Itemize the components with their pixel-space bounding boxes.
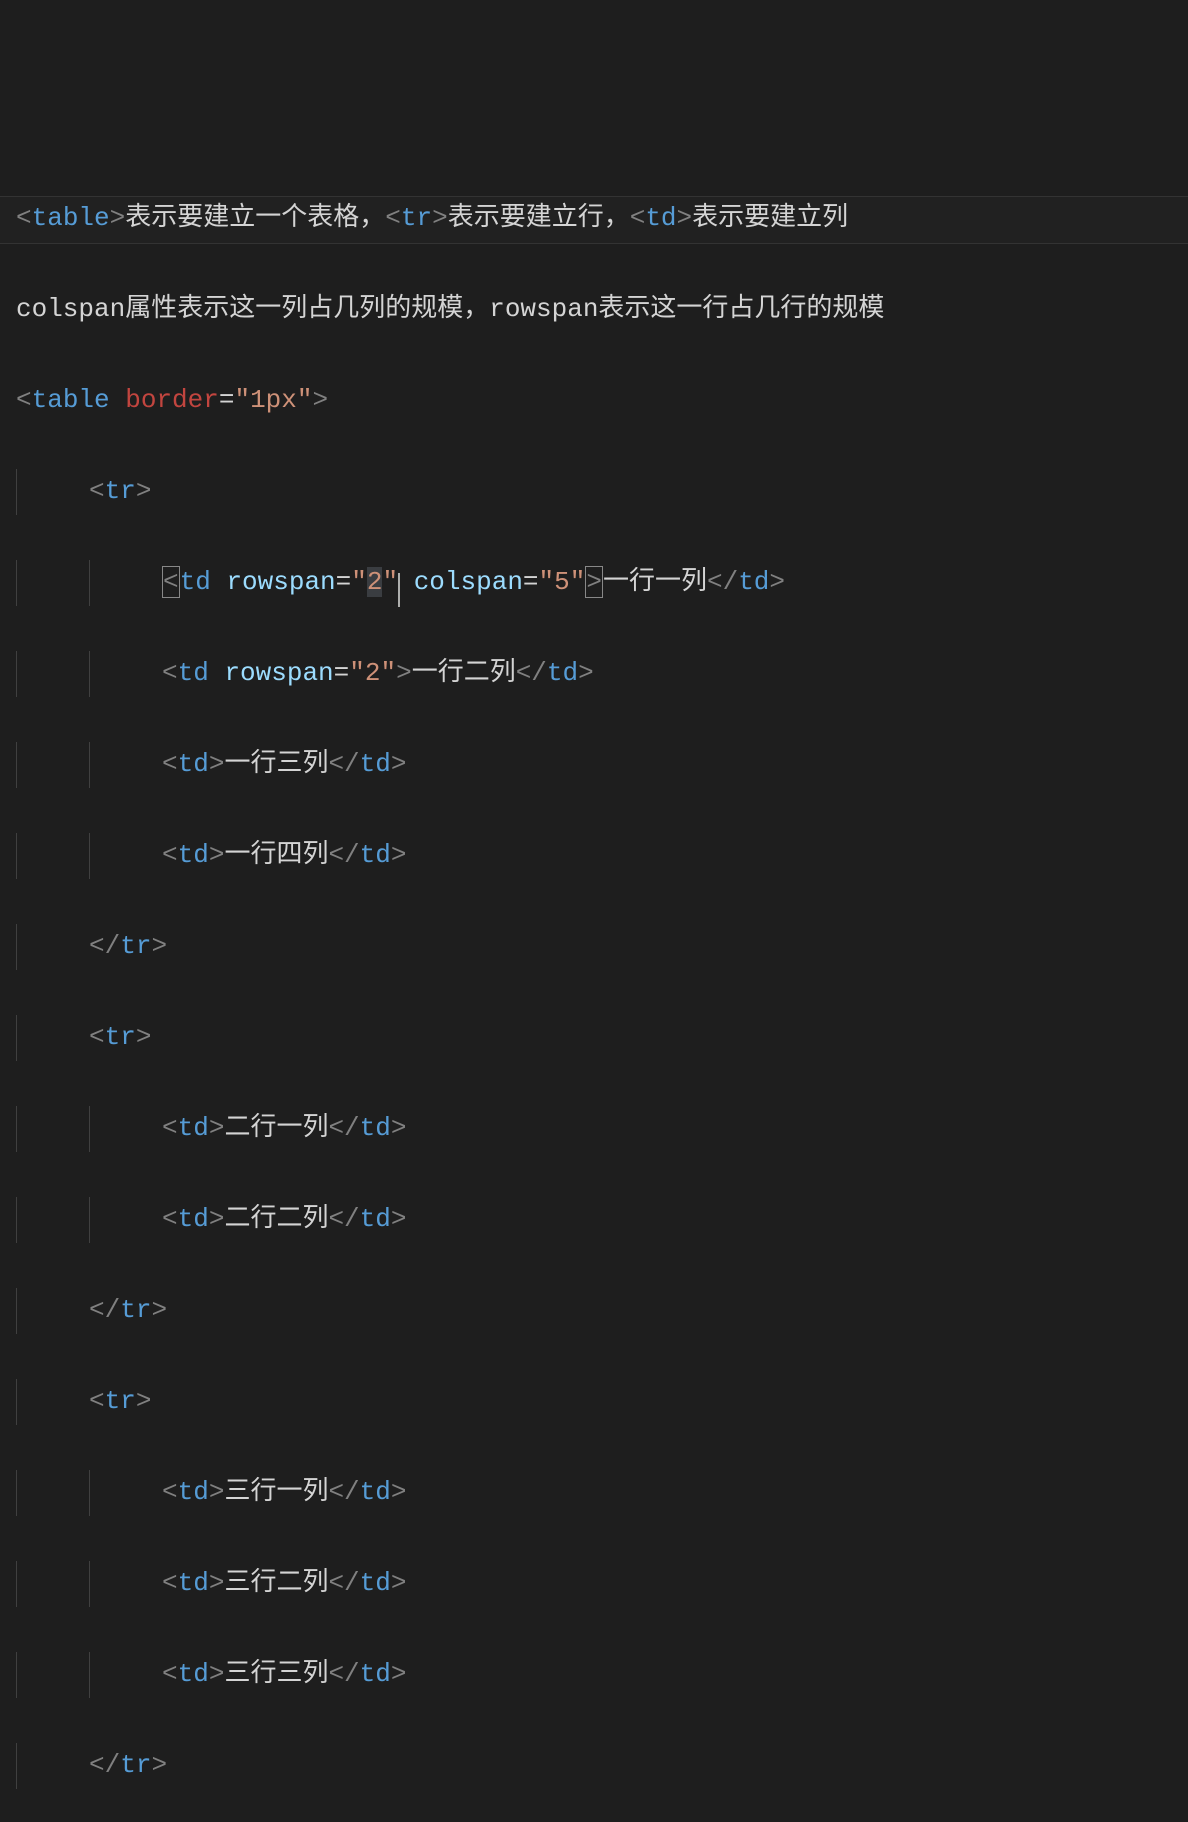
cell-text: 二行一列: [224, 1113, 328, 1143]
tag-td: td: [178, 1204, 209, 1234]
tag-td-close: td: [360, 1568, 391, 1598]
attr-rowspan: rowspan: [224, 658, 333, 688]
code-line[interactable]: <tr>: [16, 1379, 1172, 1425]
code-line[interactable]: colspan属性表示这一列占几列的规模，rowspan表示这一行占几行的规模: [16, 287, 1172, 333]
tag-td-close: td: [738, 567, 769, 597]
code-line[interactable]: <td rowspan="2" colspan="5">一行一列</td>: [16, 560, 1172, 606]
tag-tr-open: tr: [105, 476, 136, 506]
tag-tr-open: tr: [105, 1022, 136, 1052]
tag-table-open: table: [32, 385, 110, 415]
cell-text: 一行一列: [603, 567, 707, 597]
attr-rowspan: rowspan: [226, 567, 335, 597]
text: 表示要建立一个表格，: [125, 203, 385, 233]
code-line[interactable]: <tr>: [16, 1015, 1172, 1061]
tag-td-close: td: [360, 1477, 391, 1507]
text: 表示要建立行，: [448, 203, 630, 233]
tag-td-close: td: [360, 749, 391, 779]
tag-td: td: [178, 1477, 209, 1507]
tag-td: td: [645, 203, 676, 233]
tag-td-close: td: [547, 658, 578, 688]
tag-td: td: [178, 1113, 209, 1143]
code-line[interactable]: <td rowspan="2">一行二列</td>: [16, 651, 1172, 697]
tag-tr-close: tr: [120, 1750, 151, 1780]
cell-text: 一行四列: [224, 840, 328, 870]
text: 表示要建立列: [692, 203, 848, 233]
attr-border: border: [125, 385, 219, 415]
code-line[interactable]: </tr>: [16, 1743, 1172, 1789]
text: colspan属性表示这一列占几列的规模，rowspan表示这一行占几行的规模: [16, 294, 884, 324]
code-line[interactable]: </tr>: [16, 1288, 1172, 1334]
attr-colspan: colspan: [414, 567, 523, 597]
tag-td: td: [178, 840, 209, 870]
code-line[interactable]: <td>三行三列</td>: [16, 1652, 1172, 1698]
tag-td-close: td: [360, 1659, 391, 1689]
cell-text: 二行二列: [224, 1204, 328, 1234]
tag-td-close: td: [360, 1113, 391, 1143]
code-line[interactable]: <tr>: [16, 469, 1172, 515]
tag-td-close: td: [360, 840, 391, 870]
val-1px: "1px": [234, 385, 312, 415]
val-5: "5": [539, 567, 586, 597]
cell-text: 三行一列: [224, 1477, 328, 1507]
code-line[interactable]: </tr>: [16, 924, 1172, 970]
tag-tr-open: tr: [105, 1386, 136, 1416]
cell-text: 三行二列: [224, 1568, 328, 1598]
code-line[interactable]: <td>一行三列</td>: [16, 742, 1172, 788]
code-editor[interactable]: <table>表示要建立一个表格，<tr>表示要建立行，<td>表示要建立列 c…: [0, 0, 1188, 1822]
tag-td: td: [178, 1568, 209, 1598]
tag-tr-close: tr: [120, 1295, 151, 1325]
cell-text: 一行二列: [412, 658, 516, 688]
text-cursor: [398, 573, 400, 607]
tag-td-close: td: [360, 1204, 391, 1234]
code-line[interactable]: <table border="1px">: [16, 378, 1172, 424]
code-line[interactable]: <td>一行四列</td>: [16, 833, 1172, 879]
tag-td: td: [178, 749, 209, 779]
code-line[interactable]: <td>三行二列</td>: [16, 1561, 1172, 1607]
val-2: "2": [349, 658, 396, 688]
tag-tr-close: tr: [120, 931, 151, 961]
tag-table: table: [32, 203, 110, 233]
code-line[interactable]: <table>表示要建立一个表格，<tr>表示要建立行，<td>表示要建立列: [16, 196, 1172, 242]
cell-text: 一行三列: [224, 749, 328, 779]
tag-td: td: [178, 658, 209, 688]
code-line[interactable]: <td>三行一列</td>: [16, 1470, 1172, 1516]
code-line[interactable]: <td>二行二列</td>: [16, 1197, 1172, 1243]
cell-text: 三行三列: [224, 1659, 328, 1689]
tag-td: td: [180, 567, 211, 597]
tag-tr: tr: [401, 203, 432, 233]
code-line[interactable]: <td>二行一列</td>: [16, 1106, 1172, 1152]
tag-td: td: [178, 1659, 209, 1689]
